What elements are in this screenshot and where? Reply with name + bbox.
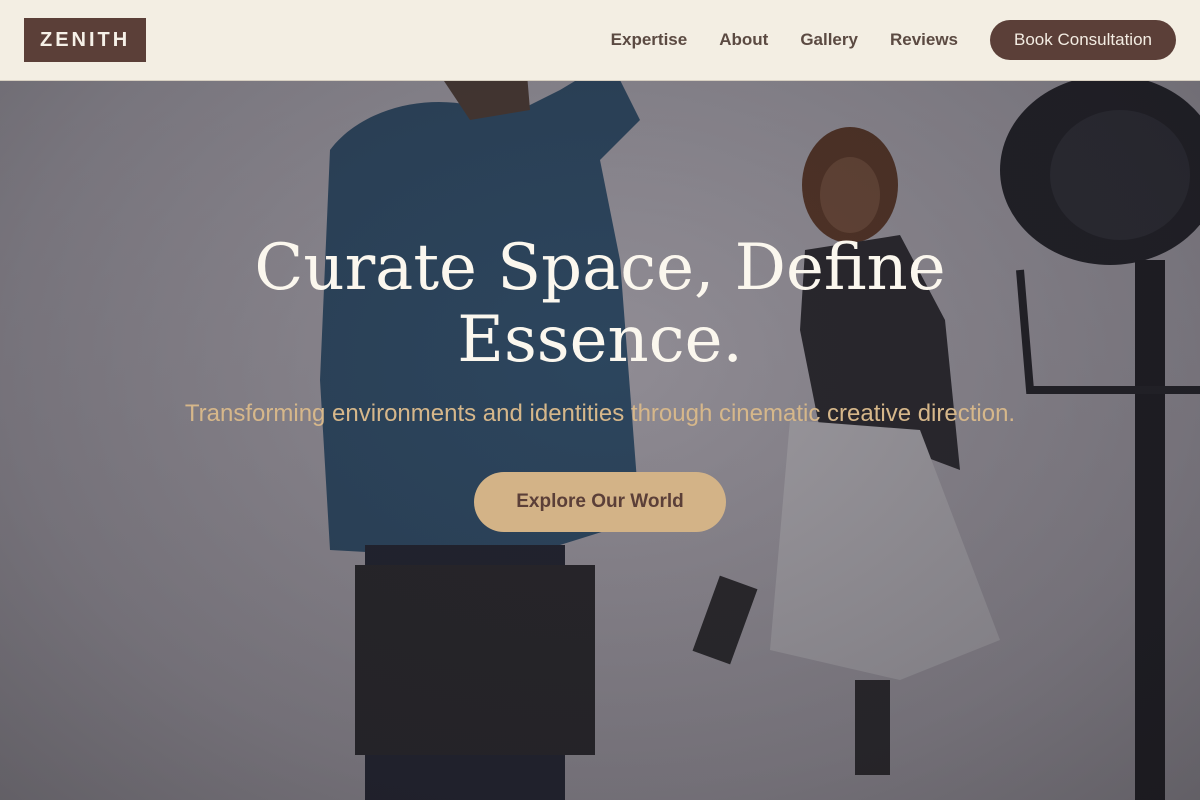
nav-link-reviews[interactable]: Reviews xyxy=(890,30,958,50)
book-consultation-button[interactable]: Book Consultation xyxy=(990,20,1176,60)
hero-subheadline: Transforming environments and identities… xyxy=(184,400,1016,427)
explore-button-label: Explore Our World xyxy=(516,491,684,512)
logo-text: ZENITH xyxy=(40,28,131,51)
nav-link-gallery[interactable]: Gallery xyxy=(800,30,858,50)
nav-link-about[interactable]: About xyxy=(719,30,768,50)
zenith-logo[interactable]: ZENITH xyxy=(24,18,147,62)
main-nav: Expertise About Gallery Reviews Book Con… xyxy=(579,20,1176,60)
book-consultation-label: Book Consultation xyxy=(1014,30,1152,49)
hero-content: Curate Space, Define Essence. Transformi… xyxy=(0,232,1200,532)
site-header: ZENITH Expertise About Gallery Reviews B… xyxy=(0,0,1200,81)
nav-link-expertise[interactable]: Expertise xyxy=(611,30,688,50)
explore-our-world-button[interactable]: Explore Our World xyxy=(474,472,726,532)
hero-headline: Curate Space, Define Essence. xyxy=(254,231,946,377)
